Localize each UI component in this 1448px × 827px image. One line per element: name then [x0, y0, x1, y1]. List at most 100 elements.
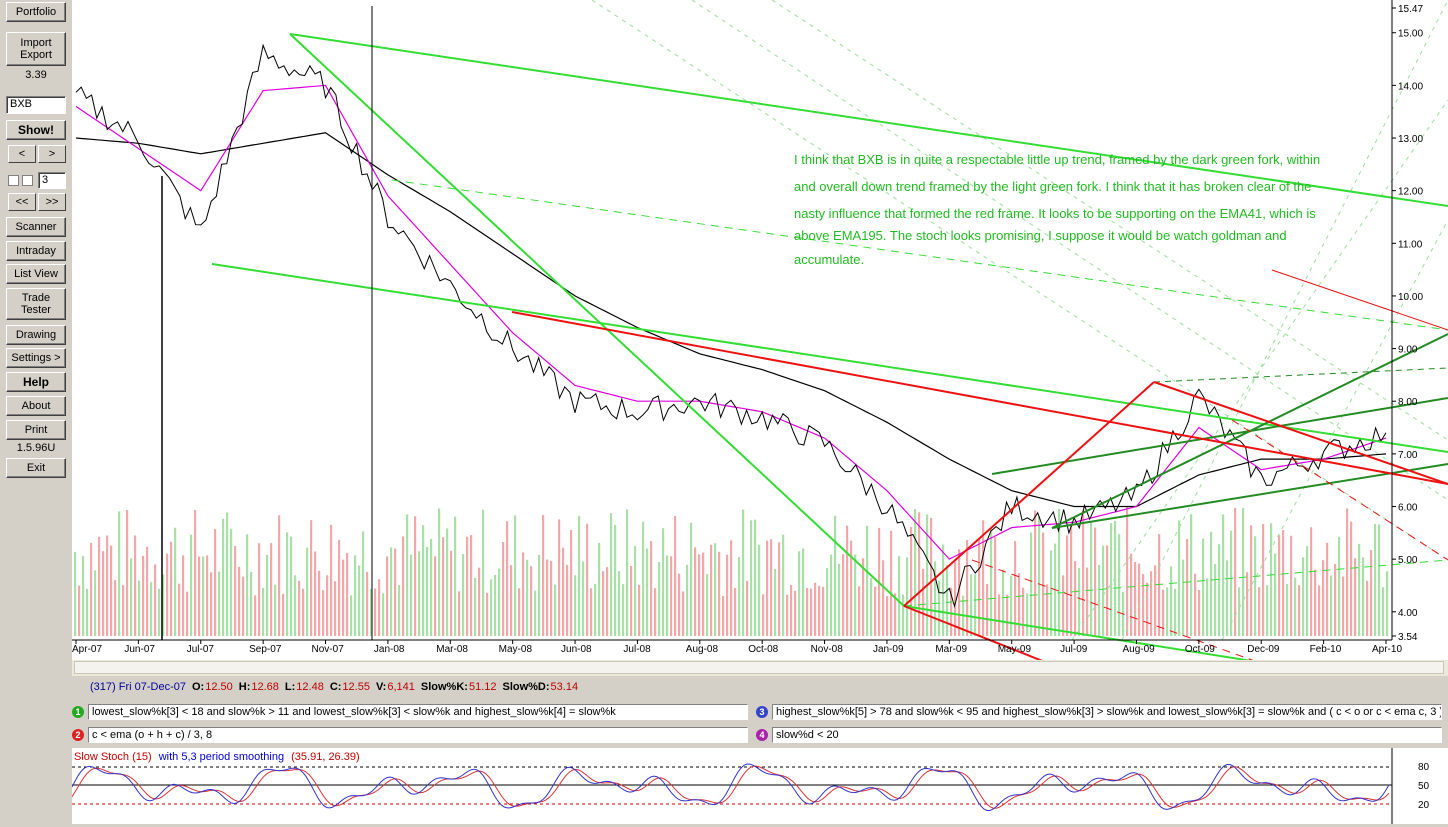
- volume-bar: [1242, 508, 1245, 636]
- volume-bar: [858, 586, 861, 636]
- volume-bar: [282, 593, 285, 636]
- volume-bar: [1178, 520, 1181, 636]
- volume-bar: [102, 551, 105, 636]
- drawing-button[interactable]: Drawing: [6, 325, 66, 345]
- volume-bar: [582, 561, 585, 636]
- show-button[interactable]: Show!: [6, 120, 66, 140]
- portfolio-button[interactable]: Portfolio: [6, 2, 66, 22]
- settings-button[interactable]: Settings >: [6, 348, 66, 368]
- volume-bar: [1346, 508, 1349, 636]
- last-button[interactable]: >>: [38, 193, 66, 211]
- volume-bar: [1270, 523, 1273, 636]
- volume-bar: [514, 515, 517, 636]
- price-axis-label: 8.00: [1398, 397, 1418, 408]
- volume-bar: [430, 538, 433, 636]
- scan-3-input[interactable]: highest_slow%k[5] > 78 and slow%k < 95 a…: [772, 704, 1442, 720]
- date-axis-label: Jun-07: [124, 644, 155, 655]
- price-chart-canvas[interactable]: 15.4715.0014.0013.0012.0011.0010.009.008…: [72, 0, 1448, 823]
- volume-bar: [762, 594, 765, 636]
- scrollbar-track[interactable]: [74, 661, 1444, 674]
- volume-bar: [78, 585, 81, 636]
- volume-bar: [1314, 569, 1317, 636]
- trade-tester-button[interactable]: Trade Tester: [6, 288, 66, 320]
- price-chart[interactable]: 15.47 15.00 14.00 13.00 12.00 11.00 10.00 9.00 8…: [72, 0, 1448, 823]
- print-button[interactable]: Print: [6, 420, 66, 440]
- volume-bar: [834, 515, 837, 636]
- volume-bar: [1026, 593, 1029, 636]
- first-button[interactable]: <<: [8, 193, 36, 211]
- list-view-button[interactable]: List View: [6, 264, 66, 284]
- volume-bar: [178, 583, 181, 636]
- volume-bar: [314, 551, 317, 636]
- symbol-input[interactable]: BXB: [6, 96, 66, 114]
- volume-bar: [1022, 587, 1025, 636]
- volume-bar: [1166, 587, 1169, 636]
- volume-bar: [574, 575, 577, 636]
- scanner-button[interactable]: Scanner: [6, 217, 66, 237]
- date-axis-label: Aug-08: [686, 644, 719, 655]
- volume-bar: [1230, 530, 1233, 636]
- prev-button[interactable]: <: [8, 145, 36, 163]
- volume-bar: [530, 566, 533, 636]
- volume-bar: [310, 520, 313, 636]
- volume-bar: [1094, 527, 1097, 636]
- scan-row-2: 2 c < ema (o + h + c) / 3, 8: [72, 726, 752, 744]
- volume-bar: [230, 528, 233, 636]
- volume-bar: [770, 539, 773, 636]
- volume-bar: [1142, 574, 1145, 636]
- guide-diagonal: [1121, 0, 1448, 641]
- volume-bar: [462, 553, 465, 636]
- volume-bar: [410, 554, 413, 636]
- stochastic-panel[interactable]: 80 50 20 Slow Stoch (15) with 5,3 period…: [71, 748, 1448, 824]
- volume-bar: [522, 552, 525, 636]
- volume-bar: [1318, 585, 1321, 636]
- volume-bar: [874, 586, 877, 636]
- volume-bar: [614, 524, 617, 636]
- scan-2-input[interactable]: c < ema (o + h + c) / 3, 8: [88, 727, 748, 743]
- volume-bar: [534, 590, 537, 636]
- import-export-button[interactable]: Import Export: [6, 32, 66, 66]
- option-checkbox-2[interactable]: [22, 175, 33, 186]
- volume-bar: [806, 587, 809, 636]
- volume-bar: [766, 540, 769, 636]
- help-button[interactable]: Help: [6, 372, 66, 392]
- volume-bar: [662, 528, 665, 636]
- volume-bar: [474, 577, 477, 636]
- volume-bar: [1066, 535, 1069, 636]
- volume-bar: [802, 548, 805, 636]
- horizontal-scrollbar[interactable]: [72, 660, 1448, 676]
- volume-bar: [1006, 594, 1009, 636]
- volume-bar: [866, 525, 869, 636]
- stochastic-canvas[interactable]: 80 50 20 Slow Stoch (15) with 5,3 period…: [71, 748, 1448, 824]
- volume-bar: [214, 529, 217, 636]
- volume-bar: [226, 512, 229, 636]
- date-axis-label: Jan-09: [873, 644, 904, 655]
- scan-4-input[interactable]: slow%d < 20: [772, 727, 1442, 743]
- light-fork-median: [391, 179, 1448, 331]
- period-input[interactable]: 3: [38, 172, 66, 189]
- stoch-title: Slow Stoch (15) with 5,3 period smoothin…: [74, 751, 360, 763]
- volume-bar: [186, 591, 189, 636]
- chart-annotation[interactable]: I think that BXB is in quite a respectab…: [794, 152, 1324, 267]
- annotation-line: and overall down trend framed by the lig…: [794, 179, 1311, 194]
- guide-diagonal: [691, 0, 1448, 501]
- scan-1-input[interactable]: lowest_slow%k[3] < 18 and slow%k > 11 an…: [88, 704, 748, 720]
- date-axis-label: Jul-09: [1060, 644, 1088, 655]
- volume-bar: [558, 519, 561, 636]
- volume-bar: [166, 553, 169, 636]
- volume-bar: [682, 591, 685, 636]
- volume-bar: [1010, 575, 1013, 636]
- next-button[interactable]: >: [38, 145, 66, 163]
- volume-bar: [746, 580, 749, 636]
- intraday-button[interactable]: Intraday: [6, 241, 66, 261]
- option-checkbox-1[interactable]: [8, 175, 19, 186]
- high-label: H:: [238, 681, 251, 693]
- volume-bar: [630, 565, 633, 636]
- scan-2-badge: 2: [72, 729, 84, 741]
- volume-bar: [422, 525, 425, 636]
- exit-button[interactable]: Exit: [6, 458, 66, 478]
- about-button[interactable]: About: [6, 396, 66, 416]
- price-axis-label: 6.00: [1398, 503, 1418, 514]
- volume-bar: [390, 547, 393, 636]
- volume-bar: [654, 588, 657, 636]
